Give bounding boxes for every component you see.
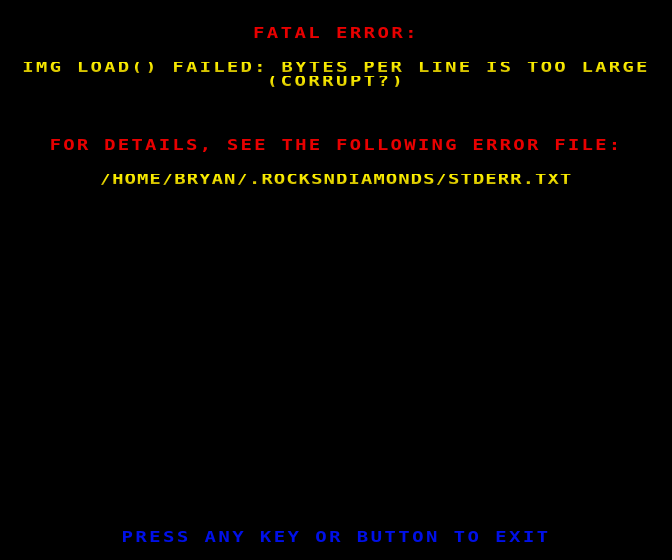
error-file-path: /HOME/BRYAN/.ROCKSNDIAMONDS/STDERR.TXT <box>0 172 672 187</box>
error-message-line-2: (CORRUPT?) <box>0 74 672 89</box>
error-message-line-1: IMG_LOAD() FAILED: BYTES PER LINE IS TOO… <box>0 60 672 75</box>
error-details-label: FOR DETAILS, SEE THE FOLLOWING ERROR FIL… <box>49 136 623 155</box>
fatal-error-title: FATAL ERROR: <box>252 24 420 43</box>
exit-prompt[interactable]: PRESS ANY KEY OR BUTTON TO EXIT <box>0 530 672 545</box>
